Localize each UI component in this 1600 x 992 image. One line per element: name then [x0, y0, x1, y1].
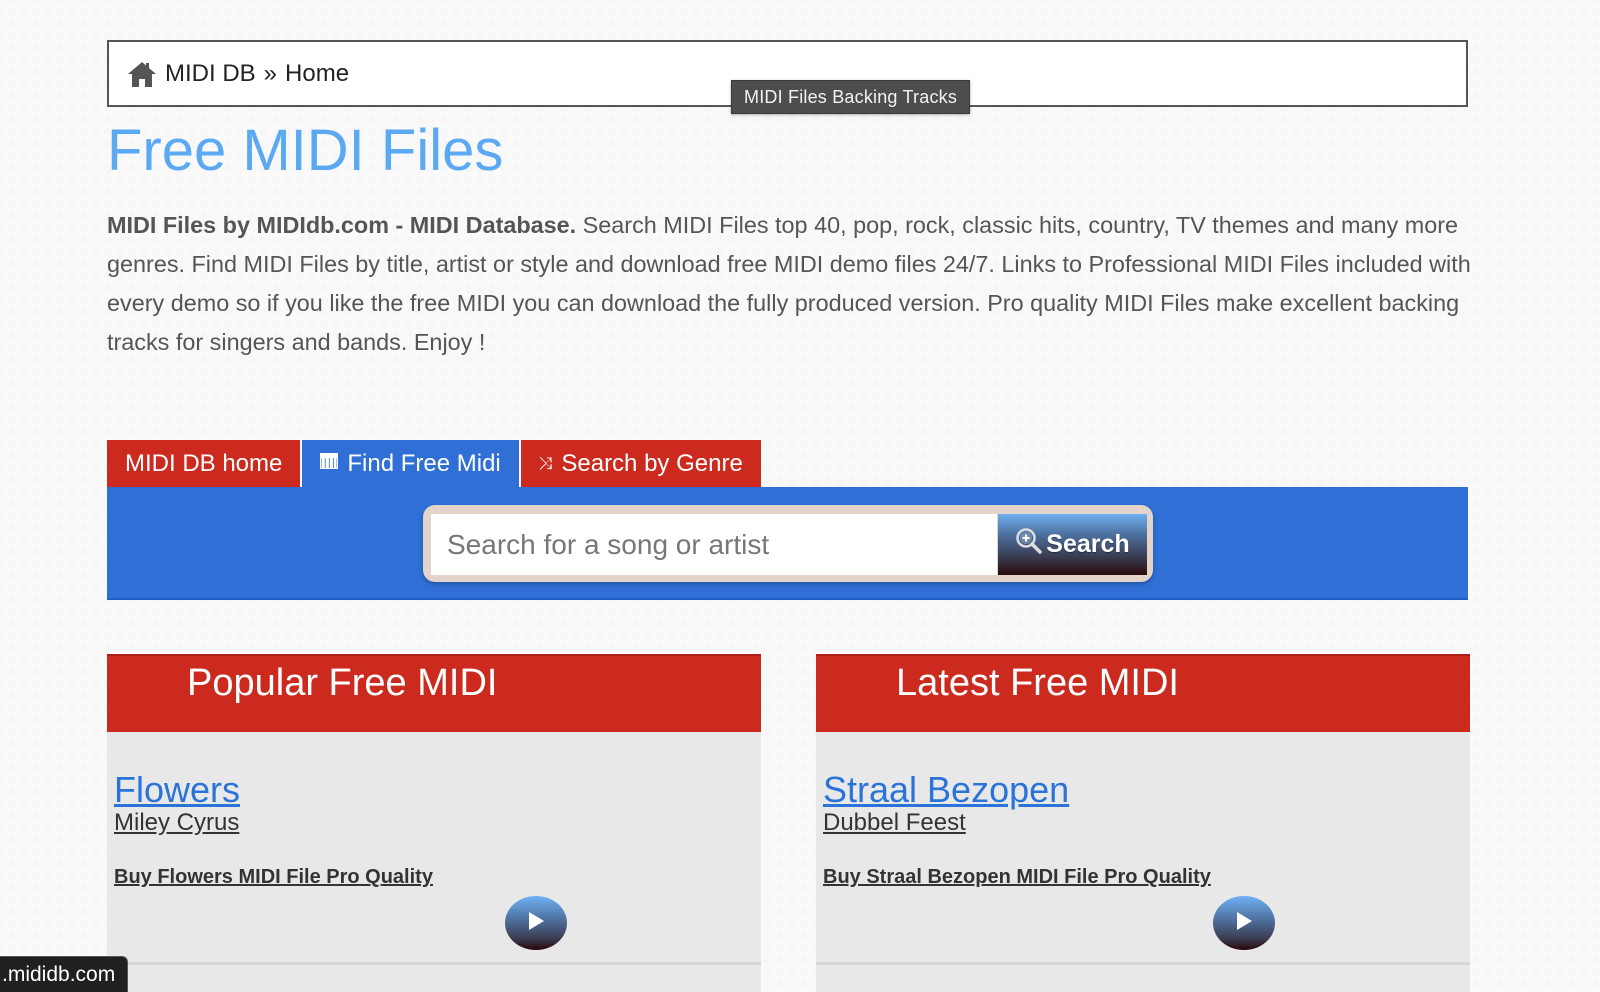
tab-label: Search by Genre [561, 449, 743, 477]
tab-label: MIDI DB home [125, 449, 283, 477]
buy-pro-link[interactable]: Buy Flowers MIDI File Pro Quality [114, 866, 433, 889]
search-button[interactable]: Search [998, 514, 1147, 575]
zoom-in-icon [1015, 527, 1046, 562]
divider [107, 962, 761, 965]
tab-label: Find Free Midi [347, 449, 501, 477]
play-button[interactable] [1213, 896, 1275, 950]
search-input[interactable] [431, 514, 997, 575]
panel-header: Latest Free MIDI [816, 654, 1470, 732]
popular-free-midi-panel: Popular Free MIDI Flowers Miley Cyrus Bu… [107, 654, 761, 992]
page-title: Free MIDI Files [107, 118, 504, 183]
breadcrumb-separator: » [263, 59, 278, 87]
intro-paragraph: MIDI Files by MIDIdb.com - MIDI Database… [107, 206, 1472, 362]
breadcrumb-site-link[interactable]: MIDI DB [165, 60, 256, 88]
home-icon[interactable] [127, 59, 157, 89]
intro-bold: MIDI Files by MIDIdb.com - MIDI Database… [107, 212, 577, 238]
play-button[interactable] [505, 896, 567, 950]
song-artist-link[interactable]: Dubbel Feest [823, 809, 966, 837]
latest-free-midi-panel: Latest Free MIDI Straal Bezopen Dubbel F… [816, 654, 1470, 992]
tab-search-by-genre[interactable]: ⤨ Search by Genre [520, 440, 763, 487]
nav-tabs: MIDI DB home Find Free Midi ⤨ Search by … [107, 440, 763, 487]
tab-find-free-midi[interactable]: Find Free Midi [302, 440, 521, 487]
panel-header: Popular Free MIDI [107, 654, 761, 732]
song-artist-link[interactable]: Miley Cyrus [114, 809, 239, 837]
divider [816, 962, 1470, 965]
breadcrumb-current: Home [285, 59, 350, 87]
song-title-link[interactable]: Straal Bezopen [823, 769, 1069, 811]
search-band: Search [107, 487, 1468, 600]
play-icon [525, 909, 547, 938]
song-title-link[interactable]: Flowers [114, 769, 240, 811]
search-button-label: Search [1046, 530, 1130, 558]
play-icon [1233, 909, 1255, 938]
tab-midi-db-home[interactable]: MIDI DB home [107, 440, 303, 487]
buy-pro-link[interactable]: Buy Straal Bezopen MIDI File Pro Quality [823, 866, 1211, 889]
piano-keys-icon [320, 453, 339, 474]
tooltip: MIDI Files Backing Tracks [731, 80, 971, 114]
status-bar-url: .mididb.com [0, 956, 129, 992]
shuffle-icon: ⤨ [538, 453, 553, 473]
search-form: Search [423, 505, 1153, 582]
